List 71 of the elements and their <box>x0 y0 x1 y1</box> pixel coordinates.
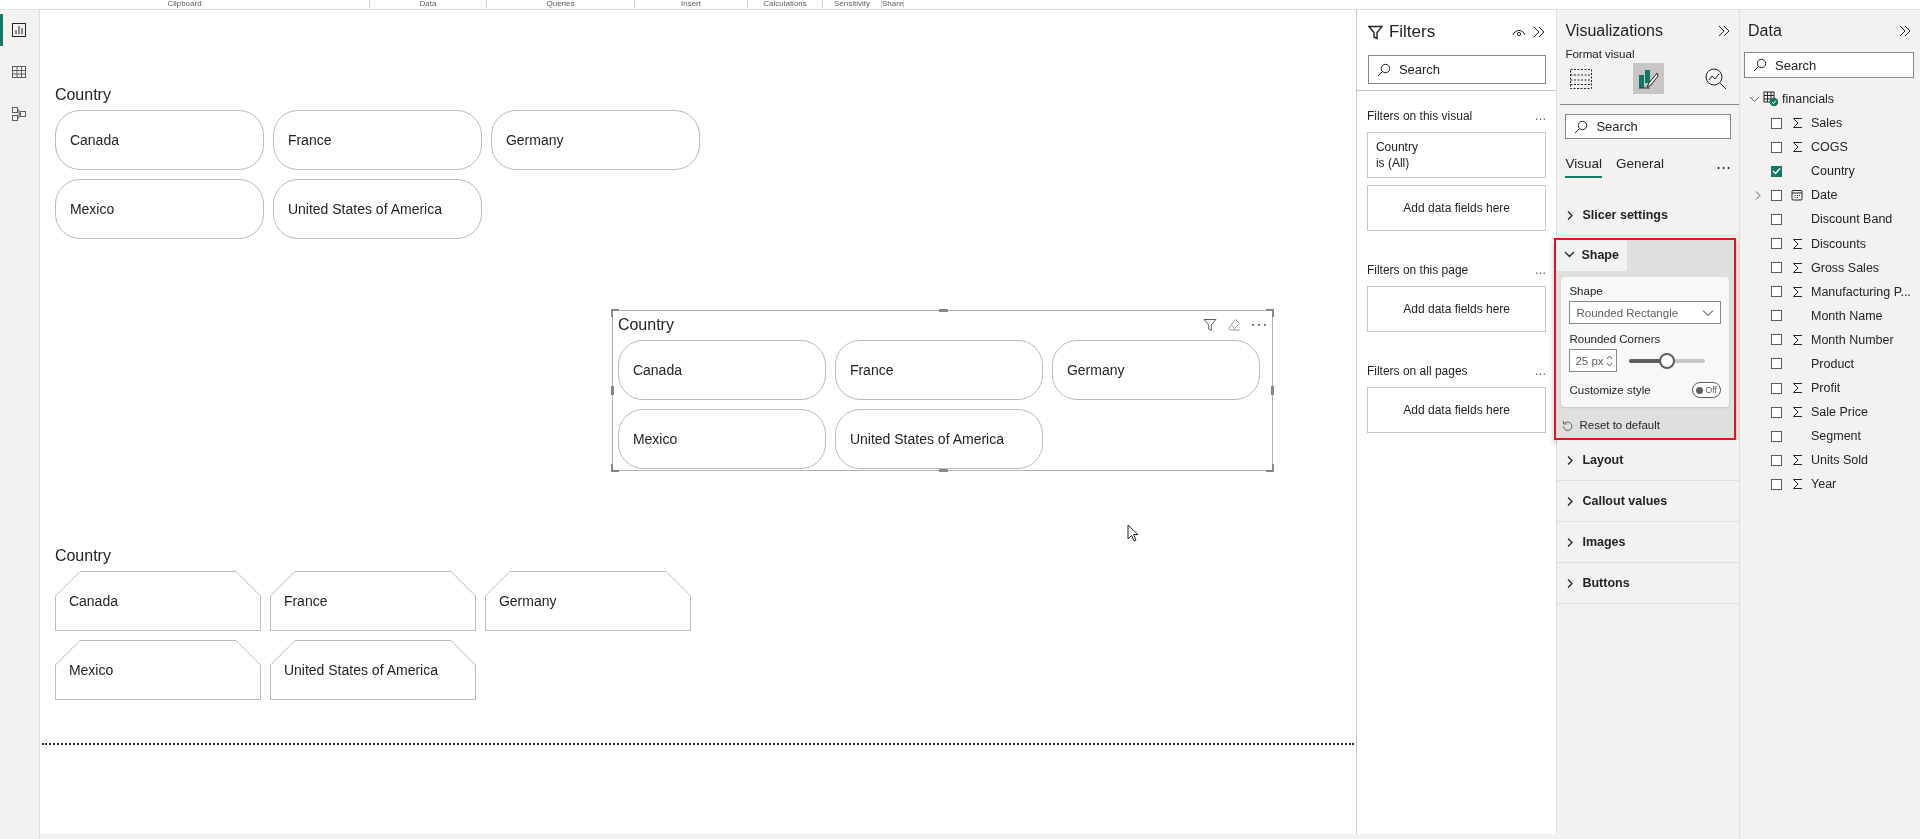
field-name[interactable]: Sale Price <box>1811 405 1868 420</box>
drop-zone[interactable]: Add data fields here <box>1366 185 1547 231</box>
field-name[interactable]: Discount Band <box>1811 212 1893 227</box>
slicer-button[interactable]: Canada <box>54 571 261 631</box>
more-options[interactable]: … <box>1534 263 1547 277</box>
slicer-button[interactable]: United States of America <box>834 409 1043 469</box>
panel-title: Data <box>1748 22 1783 40</box>
field-name[interactable]: Units Sold <box>1811 453 1868 468</box>
field-name[interactable]: Month Name <box>1811 308 1883 323</box>
slicer-title: Country <box>617 315 675 335</box>
reset-button[interactable]: Reset to default <box>1554 410 1668 440</box>
search-field[interactable]: Search <box>1367 55 1547 84</box>
shape-dropdown[interactable]: Rounded Rectangle <box>1569 301 1721 324</box>
more-options[interactable]: … <box>1534 364 1547 378</box>
number-spinner[interactable]: 25 px <box>1569 349 1618 372</box>
field-name[interactable]: Product <box>1811 357 1855 371</box>
panel-title: Filters <box>1388 22 1437 42</box>
slicer-title: Country <box>54 546 111 566</box>
slicer-button[interactable]: Canada <box>617 340 826 400</box>
panel-subtitle: Format visual <box>1564 47 1636 60</box>
field-label: Customize style <box>1569 384 1651 396</box>
field-name[interactable]: Segment <box>1811 429 1862 444</box>
slicer-button[interactable]: Mexico <box>54 640 261 700</box>
slicer-button[interactable]: France <box>272 110 482 170</box>
slicer-button[interactable]: Germany <box>1051 340 1260 400</box>
search-field[interactable]: Search <box>1744 52 1914 78</box>
drop-zone[interactable]: Add data fields here <box>1366 387 1547 433</box>
slicer-button[interactable]: Canada <box>54 110 264 170</box>
field-name[interactable]: Profit <box>1811 381 1841 396</box>
field-label: Shape <box>1569 285 1603 297</box>
section-heading: Filters on this visual <box>1366 109 1473 123</box>
filter-card[interactable]: Country is (All) <box>1366 132 1547 178</box>
field-name[interactable]: Month Number <box>1811 332 1894 347</box>
section-header[interactable]: Shape <box>1556 238 1627 271</box>
field-label: Rounded Corners <box>1569 333 1661 345</box>
section-heading: Filters on this page <box>1366 263 1469 277</box>
field-name[interactable]: Country <box>1811 164 1855 179</box>
slicer-button[interactable]: France <box>834 340 1043 400</box>
panel-title: Visualizations <box>1565 22 1664 40</box>
slicer-button[interactable]: United States of America <box>272 179 482 239</box>
slicer-button[interactable]: Mexico <box>617 409 826 469</box>
ribbon-group-label: Share <box>882 0 905 8</box>
search-field[interactable]: Search <box>1565 114 1731 139</box>
field-name[interactable]: Discounts <box>1811 236 1866 251</box>
tab[interactable]: General <box>1615 156 1664 178</box>
field-name[interactable]: Date <box>1811 188 1838 203</box>
ribbon-group-label: Clipboard <box>0 0 370 8</box>
slicer-button[interactable]: Germany <box>490 110 700 170</box>
slicer-button[interactable]: Mexico <box>54 179 264 239</box>
field-name[interactable]: COGS <box>1811 140 1848 155</box>
slicer-button[interactable]: United States of America <box>269 640 476 700</box>
ribbon-group-label: Queries <box>487 0 635 8</box>
slicer-title: Country <box>54 85 111 105</box>
ribbon-group-label: Calculations <box>748 0 823 8</box>
more-options[interactable]: ⋯ <box>1716 158 1731 176</box>
drop-zone[interactable]: Add data fields here <box>1366 286 1547 332</box>
slicer-button[interactable]: France <box>269 571 476 631</box>
ribbon-group-label: Data <box>370 0 487 8</box>
tab[interactable]: Visual <box>1565 156 1602 178</box>
section-heading: Filters on all pages <box>1366 364 1468 378</box>
selected-visual-frame[interactable]: Country Canada France Germany Mexico United States of America <box>611 310 1273 471</box>
ribbon-group-label: Insert <box>635 0 748 8</box>
table-name[interactable]: financials <box>1782 92 1835 106</box>
field-name[interactable]: Gross Sales <box>1811 260 1880 275</box>
field-name[interactable]: Year <box>1811 477 1837 492</box>
field-name[interactable]: Manufacturing P... <box>1811 284 1911 299</box>
field-name[interactable]: Sales <box>1811 116 1843 131</box>
ribbon-group-label: Sensitivity <box>823 0 882 8</box>
toggle-switch[interactable]: Off <box>1692 382 1721 398</box>
slicer-button[interactable]: Germany <box>484 571 691 631</box>
more-options[interactable]: … <box>1534 109 1547 123</box>
